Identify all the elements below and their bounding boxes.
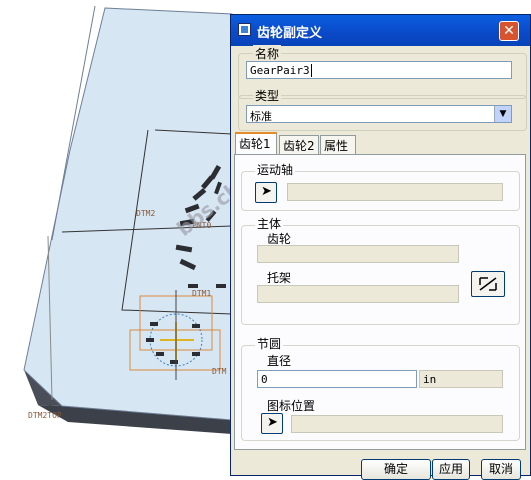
name-input[interactable]: GearPair3: [246, 61, 512, 79]
tab-panel: 运动轴 ➤ 主体 齿轮 托架 节圆 直径 0 in 图标位置 ➤: [234, 154, 526, 450]
close-button[interactable]: ✕: [499, 21, 519, 41]
chevron-down-icon[interactable]: ▼: [494, 106, 511, 122]
datum-label-dtm2: DTM2: [136, 209, 155, 218]
apply-button[interactable]: 应用: [432, 459, 470, 480]
diameter-unit-field: in: [419, 370, 503, 388]
name-value: GearPair3: [250, 64, 310, 77]
close-icon: ✕: [503, 23, 515, 39]
datum-label-dtm2top: DTM2TOP: [28, 411, 62, 420]
datum-label-dtm: DTM: [212, 367, 227, 376]
title-bar[interactable]: 齿轮副定义 ✕: [231, 15, 530, 46]
icon-position-field[interactable]: [291, 415, 503, 433]
motion-axis-field[interactable]: [287, 183, 503, 201]
type-value: 标准: [250, 110, 272, 123]
icon-position-label: 图标位置: [265, 397, 318, 414]
type-select[interactable]: 标准 ▼: [246, 105, 512, 123]
cancel-button[interactable]: 取消: [481, 459, 521, 480]
type-label: 类型: [253, 87, 282, 104]
diameter-unit: in: [423, 373, 437, 386]
gear-body-field[interactable]: [257, 245, 459, 263]
datum-label-dtm1: DTM1: [192, 289, 211, 298]
motion-axis-select-button[interactable]: ➤: [255, 182, 277, 203]
bracket-field[interactable]: [257, 285, 459, 303]
gear-pair-definition-dialog: 齿轮副定义 ✕ 名称 GearPair3 类型 标准 ▼ 齿轮1 齿轮2 属性 …: [230, 14, 531, 480]
app-icon: [238, 23, 251, 36]
name-label: 名称: [253, 45, 282, 62]
tab-gear1[interactable]: 齿轮1: [235, 132, 277, 155]
motion-axis-label: 运动轴: [255, 161, 296, 178]
tab-gear2[interactable]: 齿轮2: [279, 135, 319, 154]
arrow-cursor-icon: ➤: [267, 415, 278, 430]
bracket-label: 托架: [265, 269, 294, 286]
flip-body-button[interactable]: [471, 271, 505, 297]
dialog-title: 齿轮副定义: [257, 26, 323, 41]
diameter-label: 直径: [265, 352, 294, 369]
diameter-value: 0: [261, 373, 268, 386]
ok-button[interactable]: 确定: [361, 459, 431, 480]
arrow-cursor-icon: ➤: [261, 184, 272, 199]
pitch-circle-label: 节圆: [255, 335, 284, 352]
diameter-input[interactable]: 0: [257, 370, 417, 388]
flip-icon: [479, 277, 497, 291]
tab-properties[interactable]: 属性: [320, 135, 356, 154]
icon-position-select-button[interactable]: ➤: [261, 413, 283, 434]
